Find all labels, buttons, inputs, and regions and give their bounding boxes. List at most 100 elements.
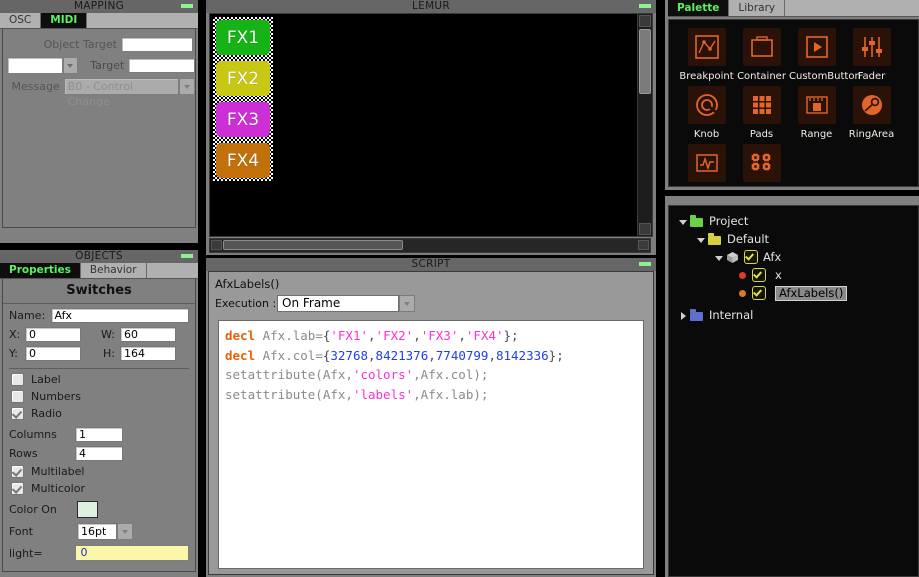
- multicolor-checkbox-text: Multicolor: [31, 482, 85, 495]
- color-on-swatch[interactable]: [77, 501, 98, 518]
- numbers-checkbox[interactable]: [11, 390, 24, 403]
- object-target-input[interactable]: [121, 37, 193, 52]
- h-input[interactable]: 164: [120, 346, 176, 361]
- chevron-right-icon[interactable]: [677, 309, 690, 322]
- lemur-horizontal-scrollbar[interactable]: [209, 238, 651, 253]
- scroll-right-button[interactable]: [638, 240, 649, 250]
- switch-fx3[interactable]: FX3: [216, 102, 270, 137]
- chevron-down-icon[interactable]: [713, 251, 726, 264]
- switch-fx2[interactable]: FX2: [216, 61, 270, 96]
- checkbox-row-multilabel[interactable]: Multilabel: [3, 465, 195, 478]
- tree-node-internal[interactable]: Internal: [669, 306, 918, 324]
- project-tree[interactable]: Project Default Afx x AfxLabels() Intern…: [668, 205, 919, 577]
- horizontal-scroll-thumb[interactable]: [223, 240, 403, 250]
- message-dropdown-arrow[interactable]: [179, 78, 195, 95]
- light-input[interactable]: 0: [75, 545, 189, 561]
- palette-item-fader[interactable]: Fader: [844, 28, 899, 82]
- tab-midi[interactable]: MIDI: [41, 13, 88, 28]
- radio-checkbox[interactable]: [11, 407, 24, 420]
- palette-item-knob[interactable]: Knob: [679, 86, 734, 140]
- palette-item-surface[interactable]: Surface: [734, 144, 789, 186]
- execution-dropdown-arrow[interactable]: [399, 295, 415, 312]
- afxlabels-visibility-checkbox[interactable]: [752, 286, 766, 300]
- palette-item-breakpoint[interactable]: Breakpoint: [679, 28, 734, 82]
- checkbox-row-label[interactable]: Label: [3, 373, 195, 386]
- chevron-down-icon[interactable]: [695, 233, 708, 246]
- vertical-scroll-thumb[interactable]: [639, 29, 651, 94]
- chevron-down-icon[interactable]: [677, 215, 690, 228]
- minimize-icon[interactable]: [639, 4, 651, 8]
- x-label: X:: [9, 328, 21, 341]
- execution-select[interactable]: On Frame: [277, 295, 399, 312]
- target-input[interactable]: [128, 58, 196, 73]
- checkbox-row-multicolor[interactable]: Multicolor: [3, 482, 195, 495]
- mapping-title: MAPPING: [73, 0, 125, 12]
- code-line-1: decl Afx.lab={'FX1','FX2','FX3','FX4'};: [225, 328, 519, 343]
- message-select[interactable]: B0 - Control Change: [63, 78, 180, 108]
- tree-node-label: x: [775, 268, 782, 282]
- tree-node-label: Afx: [763, 250, 782, 264]
- tab-library[interactable]: Library: [729, 0, 786, 16]
- palette-label: Range: [800, 129, 833, 140]
- device-input[interactable]: [7, 57, 63, 74]
- switch-fx4[interactable]: FX4: [216, 143, 270, 178]
- checkbox-row-radio[interactable]: Radio: [3, 407, 195, 420]
- tree-node-afxlabels[interactable]: AfxLabels(): [669, 284, 918, 302]
- numbers-checkbox-text: Numbers: [31, 390, 81, 403]
- mapping-tabstrip: OSC MIDI: [0, 13, 198, 29]
- device-dropdown-arrow[interactable]: [62, 57, 78, 74]
- objects-panel: OBJECTS Properties Behavior Switches Nam…: [0, 250, 198, 577]
- tab-palette[interactable]: Palette: [668, 0, 730, 16]
- tree-node-afx[interactable]: Afx: [669, 248, 918, 266]
- palette-label: Container: [737, 71, 786, 82]
- color-on-label: Color On: [9, 503, 57, 516]
- folder-icon: [690, 308, 703, 321]
- scroll-left-button[interactable]: [211, 240, 222, 250]
- target-label: Target: [90, 59, 125, 72]
- rows-label: Rows: [9, 447, 38, 460]
- name-input[interactable]: Afx: [50, 308, 189, 323]
- lemur-title: LEMUR: [411, 0, 451, 12]
- palette-item-container[interactable]: Container: [734, 28, 789, 82]
- w-input[interactable]: 60: [120, 327, 176, 342]
- palette-label: Pads: [749, 129, 774, 140]
- palette-item-ringarea[interactable]: RingArea: [844, 86, 899, 140]
- tree-node-project[interactable]: Project: [669, 212, 918, 230]
- rows-input[interactable]: 4: [75, 446, 123, 461]
- y-input[interactable]: 0: [25, 346, 81, 361]
- scroll-down-button[interactable]: [639, 223, 651, 235]
- lemur-vertical-scrollbar[interactable]: [637, 13, 653, 237]
- minimize-icon[interactable]: [639, 262, 651, 266]
- label-checkbox[interactable]: [11, 373, 24, 386]
- lemur-canvas[interactable]: FX1 FX2 FX3 FX4: [209, 13, 651, 237]
- multilabel-checkbox[interactable]: [11, 465, 24, 478]
- font-select[interactable]: 16pt: [77, 523, 117, 540]
- script-code-editor[interactable]: decl Afx.lab={'FX1','FX2','FX3','FX4'}; …: [218, 320, 644, 569]
- multicolor-checkbox[interactable]: [11, 482, 24, 495]
- scroll-up-button[interactable]: [639, 15, 651, 27]
- tree-node-x[interactable]: x: [669, 266, 918, 284]
- palette-item-range[interactable]: Range: [789, 86, 844, 140]
- palette-item-custombutton[interactable]: CustomButton: [789, 28, 861, 82]
- code-line-4: setattribute(Afx,'labels',Afx.lab);: [225, 386, 489, 402]
- checkbox-row-numbers[interactable]: Numbers: [3, 390, 195, 403]
- script-dot-icon: [739, 289, 746, 297]
- palette-item-pads[interactable]: Pads: [734, 86, 789, 140]
- palette-label: CustomButton: [789, 71, 861, 82]
- columns-input[interactable]: 1: [75, 427, 123, 442]
- palette-item-signalscope[interactable]: SignalScope: [679, 144, 734, 186]
- pads-icon: [742, 86, 781, 124]
- minimize-icon[interactable]: [181, 4, 193, 8]
- minimize-icon[interactable]: [181, 254, 193, 258]
- tab-behavior[interactable]: Behavior: [80, 263, 147, 278]
- object-target-label: Object Target: [43, 38, 117, 51]
- x-input[interactable]: 0: [25, 327, 81, 342]
- tab-osc[interactable]: OSC: [0, 13, 42, 28]
- tree-node-default[interactable]: Default: [669, 230, 918, 248]
- tab-properties[interactable]: Properties: [0, 263, 81, 278]
- x-visibility-checkbox[interactable]: [752, 268, 766, 282]
- afx-visibility-checkbox[interactable]: [744, 250, 758, 264]
- font-dropdown-arrow[interactable]: [117, 523, 133, 540]
- switch-fx1[interactable]: FX1: [216, 20, 270, 55]
- switches-selection-frame[interactable]: FX1 FX2 FX3 FX4: [213, 17, 273, 181]
